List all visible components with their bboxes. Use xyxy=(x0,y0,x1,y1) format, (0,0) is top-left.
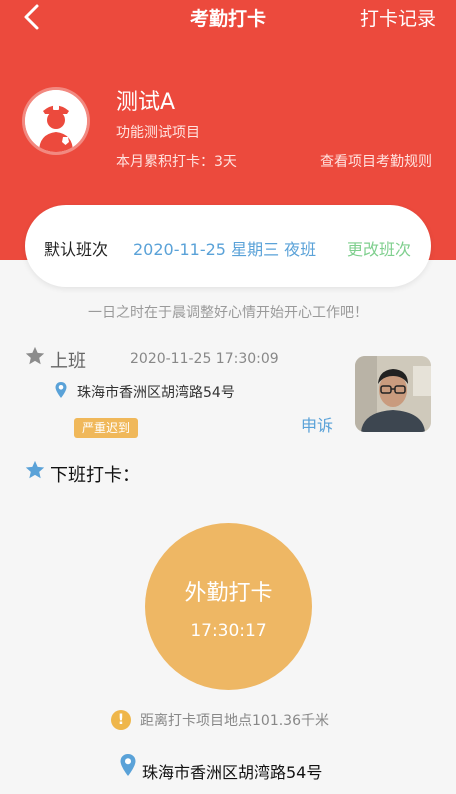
view-rules-link[interactable]: 查看项目考勤规则 xyxy=(320,151,432,171)
status-badge: 严重迟到 xyxy=(74,418,139,438)
punch-title: 外勤打卡 xyxy=(184,581,273,606)
shift-card: 默认班次 2020-11-25 星期三 夜班 更改班次 xyxy=(25,205,431,287)
avatar xyxy=(25,90,87,152)
officer-avatar-icon xyxy=(25,90,87,152)
current-address: 珠海市香洲区胡湾路54号 xyxy=(142,763,323,782)
punch-time: 17:30:17 xyxy=(190,621,267,641)
distance-text: 距离打卡项目地点101.36千米 xyxy=(140,713,329,729)
records-link[interactable]: 打卡记录 xyxy=(360,4,436,31)
shift-label: 默认班次 xyxy=(44,240,109,259)
project-name: 功能测试项目 xyxy=(116,125,200,141)
person-photo-icon xyxy=(355,356,431,432)
check-out-label: 下班打卡： xyxy=(50,465,140,486)
check-in-photo[interactable] xyxy=(355,356,431,432)
user-name: 测试A xyxy=(116,90,176,115)
star-blue-icon xyxy=(25,460,45,479)
check-in-label: 上班 xyxy=(50,351,86,372)
location-pin-icon xyxy=(55,382,67,398)
location-pin-icon xyxy=(120,754,136,776)
motto-text: 一日之时在于晨调整好心情开始开心工作吧！ xyxy=(88,305,368,321)
check-in-address: 珠海市香洲区胡湾路54号 xyxy=(77,385,235,401)
check-in-time: 2020-11-25 17:30:09 xyxy=(130,351,279,367)
warning-icon: ! xyxy=(111,710,131,730)
change-shift-button[interactable]: 更改班次 xyxy=(347,236,411,260)
star-gray-icon xyxy=(25,346,45,365)
monthly-punch-count: 本月累积打卡：3天 xyxy=(116,154,237,170)
field-punch-button[interactable]: 外勤打卡 17:30:17 xyxy=(145,523,312,690)
appeal-button[interactable]: 申诉 xyxy=(301,412,333,436)
shift-value: 2020-11-25 星期三 夜班 xyxy=(133,240,317,259)
